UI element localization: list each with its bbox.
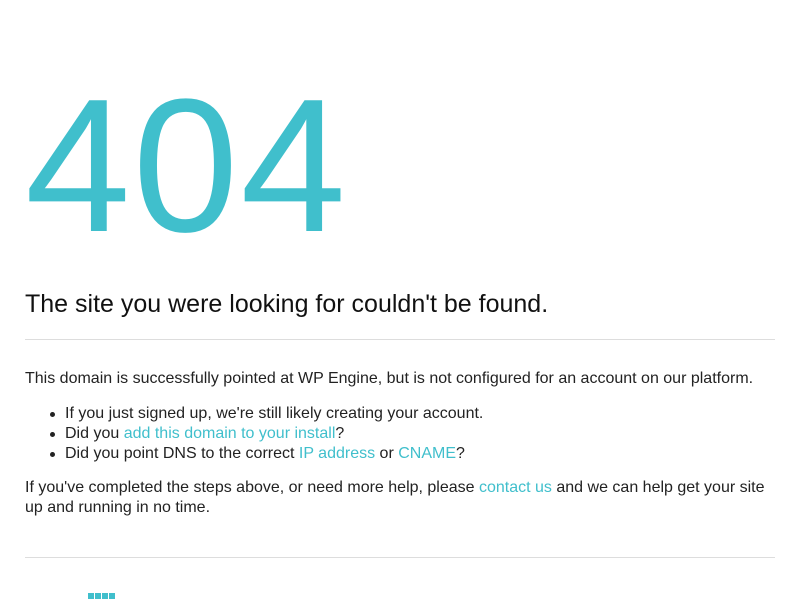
help-text: If you've completed the steps above, or … — [25, 478, 775, 518]
help-text-before: If you've completed the steps above, or … — [25, 479, 479, 496]
page-title: The site you were looking for couldn't b… — [25, 290, 549, 318]
list-item-text-before: Did you point DNS to the correct — [65, 445, 299, 462]
logo-tile — [109, 593, 115, 599]
intro-text: This domain is successfully pointed at W… — [25, 370, 754, 387]
list-item: If you just signed up, we're still likel… — [50, 404, 484, 424]
logo-tile — [102, 593, 108, 599]
list-item-text: If you just signed up, we're still likel… — [65, 405, 484, 422]
logo-tile — [88, 593, 94, 599]
error-code: 404 — [25, 60, 349, 272]
divider-bottom — [25, 557, 775, 558]
logo-tile — [95, 593, 101, 599]
cname-link[interactable]: CNAME — [398, 445, 456, 462]
list-item-text-before: Did you — [65, 425, 124, 442]
ip-address-link[interactable]: IP address — [299, 445, 375, 462]
bullet-icon — [50, 432, 55, 437]
bullet-icon — [50, 412, 55, 417]
wp-engine-logo-icon[interactable] — [88, 593, 116, 600]
list-item-text-after: ? — [456, 445, 465, 462]
contact-us-link[interactable]: contact us — [479, 479, 552, 496]
list-item: Did you point DNS to the correct IP addr… — [50, 444, 483, 464]
list-item-text-after: ? — [335, 425, 345, 442]
list-item: Did you add this domain to your install? — [50, 424, 483, 444]
add-domain-link[interactable]: add this domain to your install — [124, 425, 336, 442]
troubleshooting-list: If you just signed up, we're still likel… — [25, 404, 483, 464]
divider-top — [25, 339, 775, 340]
list-item-text-middle: or — [375, 445, 399, 462]
bullet-icon — [50, 452, 55, 457]
